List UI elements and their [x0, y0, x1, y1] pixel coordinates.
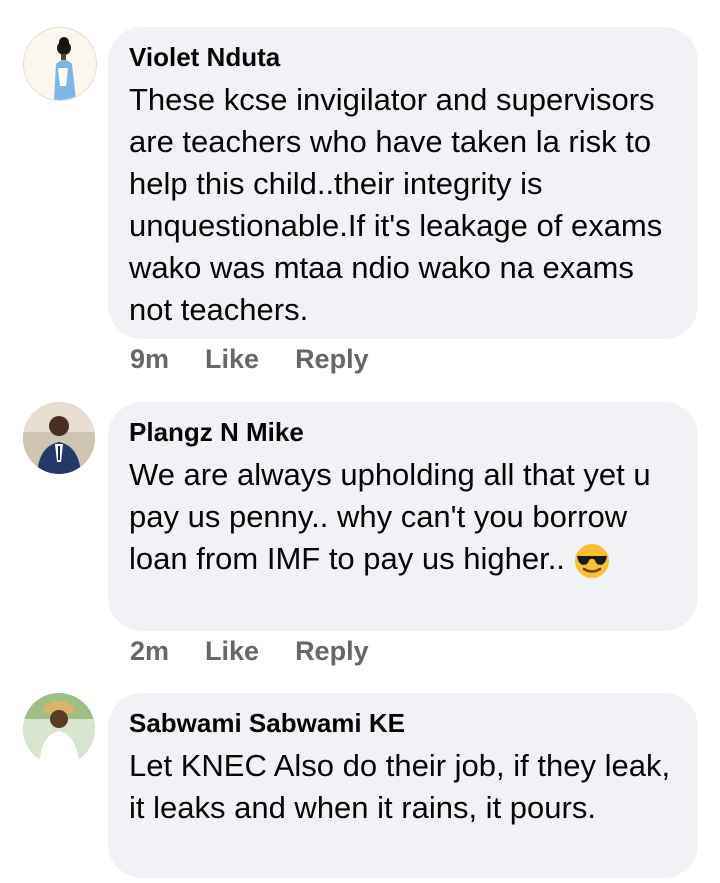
comment-actions: 2m Like Reply — [130, 636, 369, 667]
comment-bubble: Sabwami Sabwami KE Let KNEC Also do thei… — [108, 693, 698, 878]
comment-timestamp[interactable]: 2m — [130, 636, 169, 667]
user-photo-icon — [23, 693, 95, 765]
comment-author[interactable]: Violet Nduta — [129, 41, 678, 73]
comment-text: Let KNEC Also do their job, if they leak… — [129, 748, 671, 825]
comment-text-wrap: We are always upholding all that yet u p… — [129, 454, 678, 580]
comment-text: These kcse invigilator and supervisors a… — [129, 82, 663, 327]
user-photo-icon — [23, 402, 95, 474]
comment-author[interactable]: Plangz N Mike — [129, 416, 678, 448]
reply-button[interactable]: Reply — [295, 344, 369, 375]
avatar[interactable] — [23, 693, 95, 765]
reply-button[interactable]: Reply — [295, 636, 369, 667]
like-button[interactable]: Like — [205, 344, 259, 375]
comment-timestamp[interactable]: 9m — [130, 344, 169, 375]
user-photo-icon — [24, 28, 96, 100]
comment-bubble: Violet Nduta These kcse invigilator and … — [108, 27, 698, 339]
comment-bubble: Plangz N Mike We are always upholding al… — [108, 402, 698, 631]
comment-author[interactable]: Sabwami Sabwami KE — [129, 707, 678, 739]
comment-actions: 9m Like Reply — [130, 344, 369, 375]
sunglasses-emoji-icon — [573, 542, 611, 580]
avatar[interactable] — [23, 27, 97, 101]
avatar[interactable] — [23, 402, 95, 474]
like-button[interactable]: Like — [205, 636, 259, 667]
